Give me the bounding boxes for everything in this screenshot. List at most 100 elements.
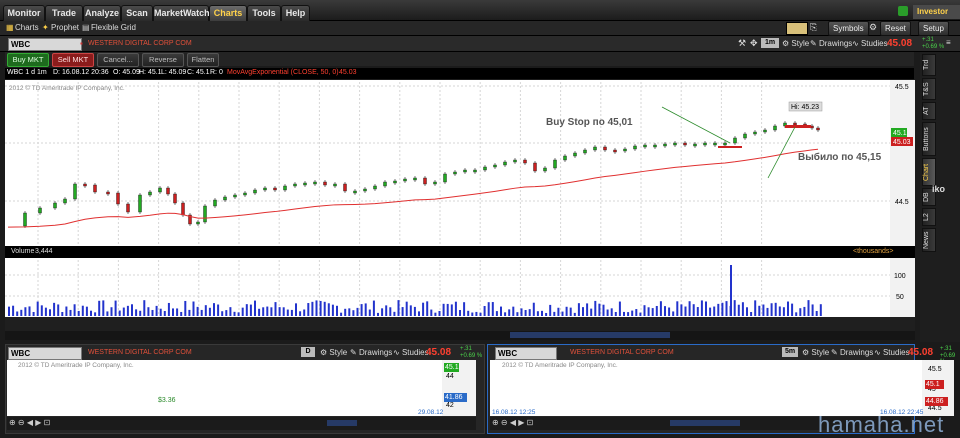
volume-bar bbox=[787, 301, 789, 316]
bl-drawings-menu[interactable]: ✎ Drawings bbox=[350, 348, 392, 357]
volume-bar bbox=[94, 312, 97, 316]
br-zoom-controls-icon[interactable]: ⊕ ⊖ ◀ ▶ ⊡ bbox=[492, 418, 533, 427]
volume-bar bbox=[791, 303, 794, 316]
br-last-price: 45.08 bbox=[908, 347, 934, 358]
volume-bar bbox=[475, 311, 478, 316]
volume-bar bbox=[438, 310, 441, 316]
bl-price-tag: 45.1 bbox=[444, 363, 459, 372]
volume-bar bbox=[815, 310, 818, 316]
br-timeframe-selector[interactable]: 5m bbox=[782, 347, 798, 357]
volume-bar bbox=[610, 308, 613, 316]
br-scrollbar-thumb[interactable] bbox=[670, 420, 740, 426]
volume-bar bbox=[299, 311, 302, 316]
annotation-exit: Выбило по 45,15 bbox=[798, 151, 882, 163]
volume-bar bbox=[266, 306, 269, 316]
candle-body bbox=[653, 144, 657, 148]
volume-bar bbox=[774, 302, 777, 316]
y-axis-label: 44.5 bbox=[895, 199, 909, 206]
volume-bar bbox=[270, 307, 273, 316]
volume-bar bbox=[233, 311, 236, 316]
br-style-menu[interactable]: ⚙ Style bbox=[802, 348, 829, 357]
br-company-name: WESTERN DIGITAL CORP COM bbox=[570, 349, 674, 356]
bl-style-label: Style bbox=[329, 348, 348, 357]
candle-body bbox=[63, 198, 67, 204]
volume-bar bbox=[336, 305, 338, 316]
bl-second-tag: 41.86 bbox=[444, 393, 467, 402]
candle-body bbox=[633, 145, 637, 150]
volume-bar bbox=[65, 306, 68, 316]
volume-bar bbox=[159, 308, 162, 316]
volume-bar-spike bbox=[730, 265, 732, 316]
bl-zoom-controls-icon[interactable]: ⊕ ⊖ ◀ ▶ ⊡ bbox=[9, 418, 50, 427]
side-tab-ts[interactable]: T&S bbox=[922, 78, 936, 100]
volume-bar bbox=[213, 303, 215, 316]
br-drawings-menu[interactable]: ✎ Drawings bbox=[831, 348, 873, 357]
candle-body bbox=[733, 137, 737, 144]
volume-bar bbox=[204, 305, 207, 316]
volume-bar bbox=[200, 309, 203, 316]
volume-bar bbox=[405, 301, 408, 316]
candle-body bbox=[323, 181, 327, 186]
candle-body bbox=[763, 129, 767, 133]
candle-body bbox=[353, 190, 357, 194]
volume-bar bbox=[180, 311, 183, 316]
candle-body bbox=[253, 189, 257, 194]
candle-body bbox=[593, 146, 597, 151]
volume-bar bbox=[57, 304, 60, 316]
volume-bar bbox=[16, 311, 19, 316]
side-tab-at[interactable]: AT bbox=[922, 102, 936, 120]
annotation-buy-stop: Buy Stop по 45,01 bbox=[546, 117, 633, 128]
volume-bar bbox=[225, 310, 228, 316]
volume-bar bbox=[487, 302, 490, 316]
volume-bar bbox=[762, 304, 765, 316]
volume-bar bbox=[85, 306, 88, 316]
candle-body bbox=[773, 125, 777, 131]
br-symbol-input[interactable]: WBC bbox=[495, 347, 557, 360]
volume-bar bbox=[733, 300, 736, 316]
candle-body bbox=[373, 185, 377, 190]
main-scrollbar[interactable] bbox=[5, 331, 915, 340]
volume-bar bbox=[389, 307, 392, 316]
candle-body bbox=[223, 196, 227, 201]
volume-bar bbox=[110, 307, 113, 316]
volume-bar bbox=[430, 309, 433, 316]
volume-bar bbox=[795, 312, 798, 316]
scrollbar-thumb[interactable] bbox=[510, 332, 670, 338]
volume-bar bbox=[577, 303, 580, 316]
bl-studies-menu[interactable]: ∿ Studies bbox=[393, 348, 429, 357]
side-tab-buttons[interactable]: Buttons bbox=[922, 122, 936, 156]
candle-body bbox=[463, 169, 467, 173]
side-tab-chart[interactable]: Chart bbox=[922, 158, 936, 186]
candle-body bbox=[563, 155, 567, 161]
volume-bar bbox=[532, 302, 535, 316]
volume-bar bbox=[668, 307, 671, 316]
candle-body bbox=[473, 169, 477, 173]
volume-bar bbox=[758, 305, 761, 316]
candle-body bbox=[753, 131, 757, 135]
volume-bar bbox=[323, 301, 326, 316]
br-style-label: Style bbox=[811, 348, 830, 357]
volume-bar bbox=[725, 301, 728, 316]
volume-bar bbox=[721, 302, 724, 316]
bl-style-menu[interactable]: ⚙ Style bbox=[320, 348, 347, 357]
volume-bar bbox=[520, 308, 523, 316]
volume-bar bbox=[344, 308, 347, 316]
volume-bar bbox=[184, 300, 187, 316]
bl-timeframe-selector[interactable]: D bbox=[301, 347, 315, 357]
volume-bar bbox=[176, 308, 179, 316]
bl-scrollbar-thumb[interactable] bbox=[327, 420, 357, 426]
buy-stop-order-marker bbox=[718, 146, 742, 148]
side-tab-trd[interactable]: Trd bbox=[922, 54, 936, 76]
volume-bar bbox=[545, 312, 548, 316]
br-axis-label-1: 45.5 bbox=[928, 366, 942, 373]
volume-bar bbox=[508, 309, 511, 316]
volume-bar bbox=[618, 301, 621, 316]
candle-body bbox=[713, 142, 717, 146]
volume-bar bbox=[274, 302, 277, 316]
side-tab-news[interactable]: News bbox=[922, 228, 936, 252]
br-studies-menu[interactable]: ∿ Studies bbox=[874, 348, 910, 357]
bl-drawings-label: Drawings bbox=[358, 348, 393, 357]
side-tab-l2[interactable]: L2 bbox=[922, 208, 936, 226]
bl-symbol-input[interactable]: WBC bbox=[8, 347, 82, 360]
volume-bar bbox=[483, 306, 486, 316]
